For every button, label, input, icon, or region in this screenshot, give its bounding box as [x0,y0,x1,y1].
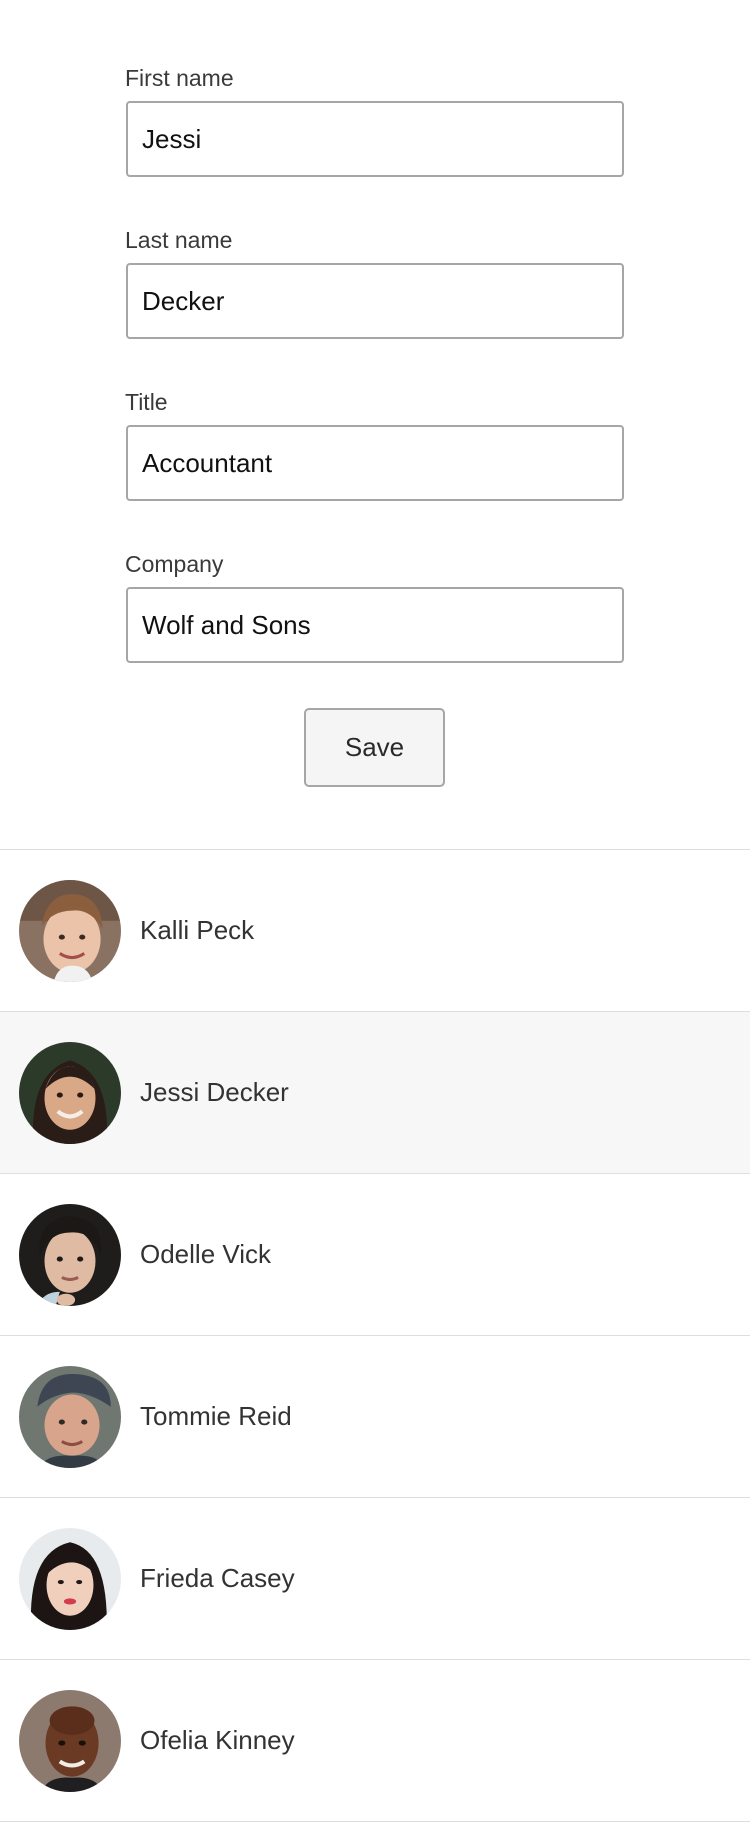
person-name: Tommie Reid [140,1401,292,1431]
avatar-photo-icon [19,1690,121,1792]
person-row-selected[interactable]: Jessi Decker [0,1012,750,1174]
avatar-photo-icon [19,1042,121,1144]
last-name-label: Last name [125,227,233,253]
first-name-label: First name [125,65,234,91]
avatar [19,1528,121,1630]
person-name: Frieda Casey [140,1563,295,1593]
save-button[interactable]: Save [304,708,445,787]
person-name: Ofelia Kinney [140,1725,295,1755]
avatar [19,880,121,982]
person-row[interactable]: Tommie Reid [0,1336,750,1498]
avatar [19,1204,121,1306]
last-name-input[interactable] [126,263,624,339]
person-row[interactable]: Frieda Casey [0,1498,750,1660]
avatar-photo-icon [19,880,121,982]
person-row[interactable]: Ofelia Kinney [0,1660,750,1822]
avatar-photo-icon [19,1366,121,1468]
person-name: Odelle Vick [140,1239,272,1269]
avatar [19,1366,121,1468]
person-row[interactable]: Kalli Peck [0,850,750,1012]
first-name-input[interactable] [126,101,624,177]
title-label: Title [125,389,168,415]
person-name: Kalli Peck [140,915,255,945]
avatar [19,1042,121,1144]
person-name: Jessi Decker [140,1077,289,1107]
avatar-photo-icon [19,1204,121,1306]
avatar [19,1690,121,1792]
title-input[interactable] [126,425,624,501]
person-row[interactable]: Odelle Vick [0,1174,750,1336]
avatar-photo-icon [19,1528,121,1630]
people-list: Kalli Peck Jessi Decker Odelle Vick Tomm… [0,849,750,1822]
company-input[interactable] [126,587,624,663]
company-label: Company [125,551,224,577]
